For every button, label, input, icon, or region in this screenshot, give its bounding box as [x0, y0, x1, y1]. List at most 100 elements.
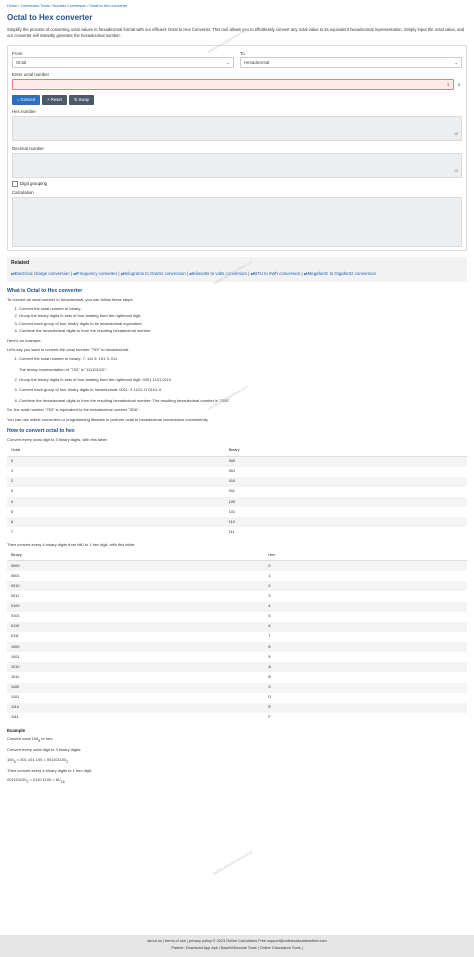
- table-cell: 3: [268, 593, 271, 598]
- table-row: 5 101: [7, 507, 467, 517]
- table-cell: E: [264, 702, 467, 713]
- swap-button[interactable]: ⇅ Swap: [68, 95, 94, 106]
- table-cell: 0100: [7, 601, 265, 612]
- digit-grouping-toggle[interactable]: Digit grouping: [12, 180, 462, 187]
- table-cell: 1110: [7, 702, 265, 713]
- how-title: How to convert octal to hex: [7, 428, 75, 435]
- table-cell: 0: [264, 560, 467, 572]
- example-text: Convert octal 154: [7, 736, 39, 742]
- table-cell: 010: [224, 476, 467, 487]
- table-cell: 8: [264, 642, 467, 653]
- table-cell: 0110: [7, 621, 265, 632]
- table-cell: 0010: [7, 581, 265, 592]
- to-select[interactable]: Hexadecimal ⌄: [240, 57, 462, 69]
- table-cell: A: [264, 662, 467, 673]
- related-link[interactable]: Frequency converter: [77, 271, 117, 276]
- table-cell: 0000: [7, 560, 265, 572]
- table-cell: 9: [268, 654, 271, 659]
- table-row: 6 110: [7, 517, 467, 528]
- table-row: 0110 6: [7, 621, 467, 632]
- example-line-2: Convert every octal digit to 3 binary di…: [7, 747, 82, 753]
- breadcrumb-home[interactable]: Home: [7, 4, 17, 8]
- hex-output[interactable]: 16: [12, 116, 462, 141]
- footer-line-2: Partner: Download App Apk | Base64Decode…: [171, 946, 303, 951]
- table-row: 7 111: [7, 527, 467, 537]
- table-row: 1111 F: [7, 713, 467, 723]
- table-row: 1110 E: [7, 702, 467, 713]
- example-line-4: Then convert every 4 binary digits to 1 …: [7, 767, 92, 773]
- example-sub: 16: [60, 780, 65, 785]
- example-text: = 0110 1100 = 6C: [28, 777, 61, 783]
- hex-base: 16: [454, 132, 458, 137]
- table-cell: 1100: [7, 682, 265, 693]
- example-title: Example: [7, 728, 26, 734]
- breadcrumb-number-conversion[interactable]: Number Conversion: [53, 4, 87, 8]
- table-cell: 1000: [7, 642, 265, 653]
- table-cell: 1: [268, 573, 271, 578]
- example-sub: 2: [66, 759, 69, 764]
- to-label: To: [240, 50, 245, 56]
- table-cell: F: [268, 715, 271, 720]
- checkbox[interactable]: [12, 180, 18, 187]
- converter-card: From Octal ⌄ To Hexadecimal ⌄ Enter octal …: [7, 44, 467, 251]
- footer: about us | terms of use | privacy policy…: [0, 935, 474, 957]
- table-cell: 2: [7, 476, 225, 487]
- calculation-output[interactable]: [12, 196, 462, 247]
- table-header: Hex: [264, 550, 467, 562]
- table-row: 0100 4: [7, 601, 467, 612]
- example-text: 154: [7, 756, 14, 762]
- binary-hex-table: Binary Hex 0000 0 0001 1 0010 2 0011 3 0100 4 0101…: [7, 550, 467, 723]
- list-item: Group the binary digits in sets of four …: [19, 377, 467, 382]
- table-cell: 4: [7, 497, 225, 508]
- table-cell: 5: [268, 614, 271, 619]
- list-item: Group the binary digits in sets of four …: [19, 313, 467, 318]
- table-row: 0 000: [7, 456, 467, 467]
- octal-input[interactable]: ⇕: [12, 79, 454, 91]
- what-p4: So, the octal number "753" is equivalent…: [7, 407, 140, 413]
- table-row: 1001 9: [7, 652, 467, 662]
- list-item: Convert the octal number to binary.: [19, 306, 467, 311]
- table-cell: 0011: [11, 593, 20, 598]
- table-cell: 1111: [11, 715, 19, 720]
- watermark: onlinecalculatorsfree.com: [211, 849, 254, 877]
- table-cell: 3: [11, 489, 14, 494]
- related-link[interactable]: Megahertz to Gigahertz conversion: [308, 271, 376, 276]
- what-p2: Here's an example:: [7, 337, 42, 343]
- breadcrumb-conversion-tools[interactable]: Conversion Tools: [20, 4, 49, 8]
- list-item: Combine the hexadecimal digits to form t…: [19, 398, 467, 403]
- from-select[interactable]: Octal ⌄: [12, 57, 234, 69]
- what-title: What is Octal to Hex converter: [7, 287, 83, 294]
- octal-base: 8: [457, 82, 461, 88]
- spinner-icon[interactable]: ⇕: [447, 82, 450, 87]
- footer-line-1: about us | terms of use | privacy policy…: [147, 939, 327, 943]
- table-header: Octal: [7, 446, 225, 457]
- table-cell: D: [268, 695, 272, 700]
- table-cell: 000: [224, 456, 467, 467]
- list-item: Combine the hexadecimal digits to form t…: [19, 328, 467, 333]
- how-p2: Then convert every 4 binary digits from …: [7, 541, 136, 547]
- hex-label: Hex number: [12, 109, 36, 115]
- table-cell: 100: [224, 497, 467, 508]
- table-cell: 1001: [11, 654, 20, 659]
- table-cell: 011: [228, 489, 235, 494]
- example-steps: Convert the octal number to binary: 7: 1…: [7, 356, 467, 403]
- table-row: 0000 0: [7, 560, 467, 572]
- what-p1: To convert an octal number to hexadecima…: [7, 296, 134, 302]
- table-header: Binary: [7, 550, 265, 562]
- to-value: Hexadecimal: [244, 59, 270, 65]
- breadcrumb-current[interactable]: Octal to Hex converter: [89, 4, 127, 8]
- reset-button[interactable]: × Reset: [42, 95, 67, 106]
- related-link[interactable]: Electrical charge conversion: [15, 271, 70, 276]
- example-text: to hex:: [40, 736, 54, 742]
- convert-button[interactable]: = Convert: [12, 95, 41, 106]
- breadcrumb: Home / Conversion Tools / Number Convers…: [7, 4, 128, 8]
- table-cell: 0: [7, 456, 225, 467]
- decimal-output[interactable]: 10: [12, 152, 462, 178]
- list-item: Convert each group of four binary digits…: [19, 321, 467, 326]
- table-cell: 1011: [11, 674, 20, 679]
- related-link[interactable]: Kilograms to Grams conversion: [124, 271, 185, 276]
- related-link[interactable]: BTU to kWh conversion: [254, 271, 300, 276]
- table-cell: 111: [228, 529, 235, 534]
- what-p3: Let's say you want to convert the octal …: [7, 346, 130, 352]
- decimal-base: 10: [454, 169, 458, 174]
